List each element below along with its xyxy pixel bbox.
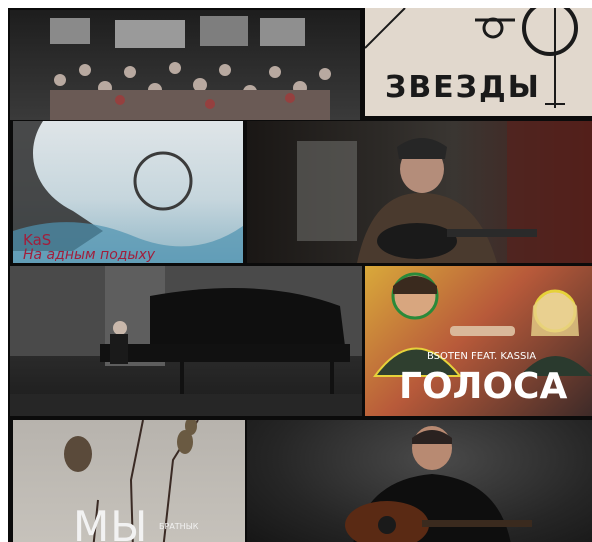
my-subtitle: БРАТНЫК: [159, 522, 199, 531]
my-title: МЫ: [73, 502, 149, 542]
golosa-title: ГОЛОСА: [399, 366, 568, 407]
guitarist-singing-image: [297, 121, 592, 263]
crowd-image: [50, 16, 331, 120]
guitarist-video-thumbnail[interactable]: [247, 420, 592, 542]
guitarist-singing-video-thumbnail[interactable]: [247, 121, 592, 263]
zvezdy-title: ЗВЕЗДЫ: [385, 70, 541, 105]
piano-image: [10, 266, 362, 416]
my-video-thumbnail[interactable]: МЫ БРАТНЫК: [13, 420, 245, 542]
zvezdy-video-thumbnail[interactable]: ЗВЕЗДЫ: [365, 8, 592, 116]
crowd-video-thumbnail[interactable]: [10, 10, 360, 120]
video-grid: ЗВЕЗДЫ KaS На адным подыху BSOTEN FEAT. …: [8, 8, 592, 542]
guitarist-image: [345, 426, 532, 542]
golosa-video-thumbnail[interactable]: BSOTEN FEAT. KASSIA ГОЛОСА: [365, 266, 592, 416]
piano-video-thumbnail[interactable]: [10, 266, 362, 416]
kas-song: На адным подыху: [23, 247, 156, 263]
kas-video-thumbnail[interactable]: KaS На адным подыху: [13, 121, 243, 263]
golosa-artists: BSOTEN FEAT. KASSIA: [427, 351, 537, 362]
